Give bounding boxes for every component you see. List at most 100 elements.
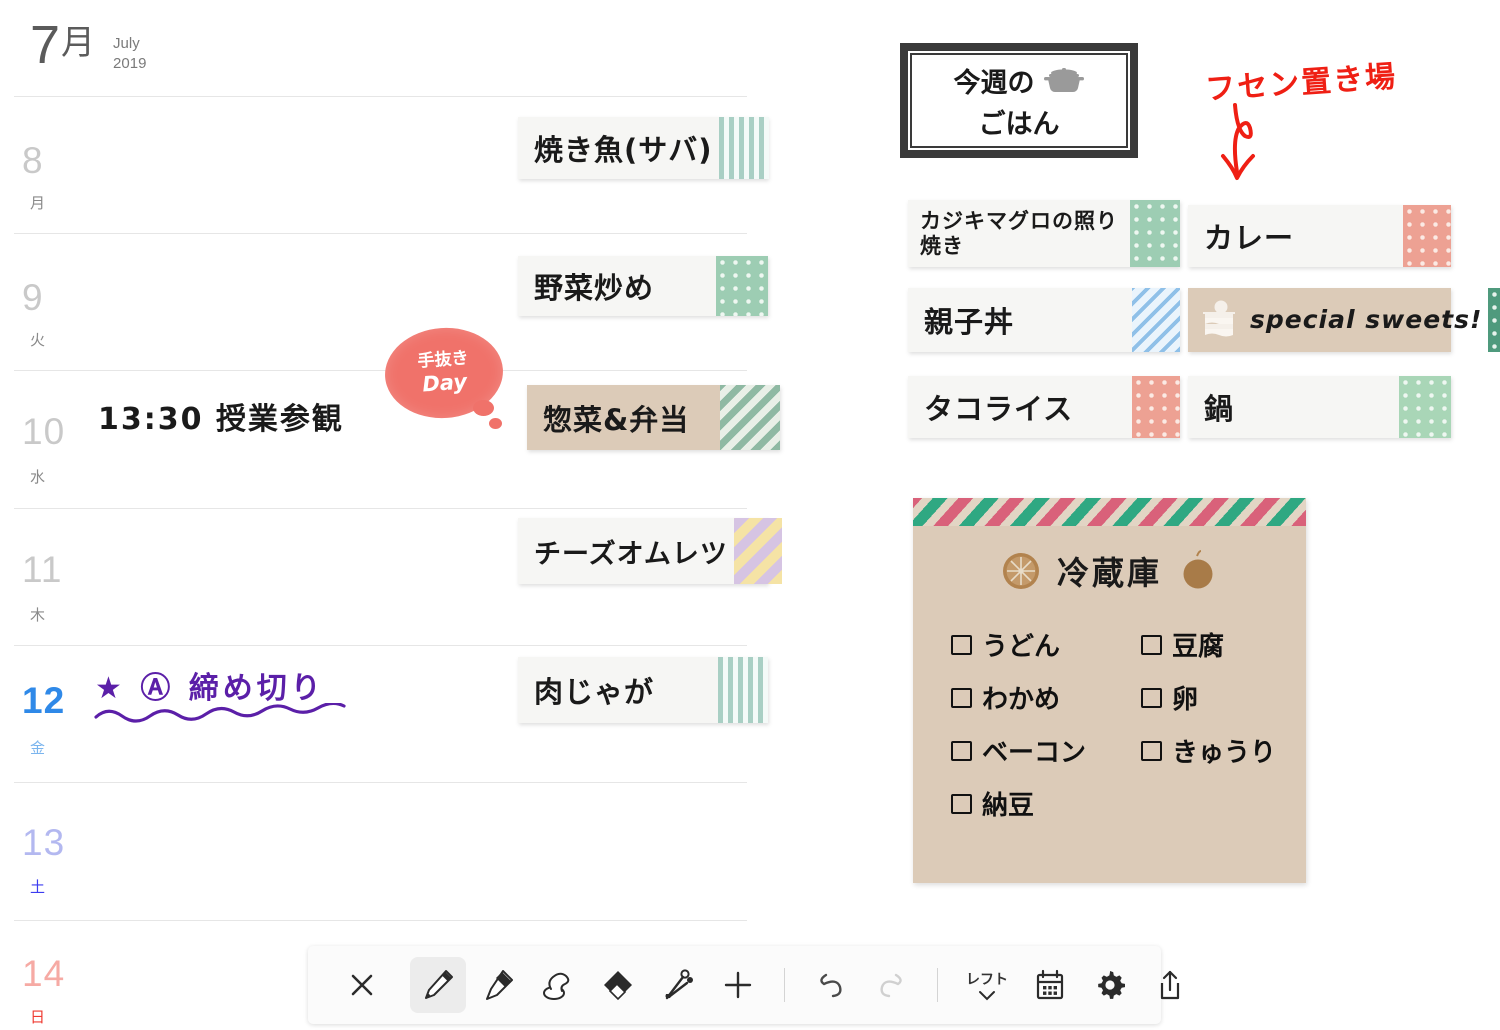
meal-note-text: 焼き魚(サバ): [534, 133, 713, 167]
washi-tape: [1130, 200, 1180, 267]
marker-tool-button[interactable]: [470, 957, 526, 1013]
fridge-memo-note[interactable]: 冷蔵庫 うどん 豆腐 わかめ 卵 ベーコン きゅうり 納豆: [913, 498, 1306, 883]
sticky-note[interactable]: 鍋: [1188, 376, 1451, 438]
redo-button[interactable]: [863, 957, 919, 1013]
stamp-line-1: 手抜き: [416, 348, 470, 372]
washi-tape: [718, 117, 769, 179]
checkbox[interactable]: [1141, 634, 1162, 655]
add-button[interactable]: [710, 957, 766, 1013]
day-number: 14: [22, 953, 66, 994]
scissors-tool-button[interactable]: [650, 957, 706, 1013]
settings-button[interactable]: [1082, 957, 1138, 1013]
day-row-12[interactable]: 12 金 ★ Ⓐ 締め切り 肉じゃが: [0, 645, 790, 782]
share-button[interactable]: [1142, 957, 1198, 1013]
day-of-week: 金: [30, 740, 46, 757]
month-english: July: [113, 35, 140, 52]
fridge-row: うどん 豆腐: [951, 626, 1291, 663]
fridge-item-label: わかめ: [982, 684, 1061, 714]
stamp-tool-button[interactable]: [530, 957, 586, 1013]
meal-note[interactable]: 焼き魚(サバ): [518, 117, 769, 179]
pencil-icon: [425, 970, 453, 999]
undo-button[interactable]: [803, 957, 859, 1013]
undo-icon: [820, 973, 842, 998]
sticky-note[interactable]: special sweets!: [1188, 288, 1500, 352]
sticky-note-text: カジキマグロの照り焼き: [920, 208, 1118, 258]
washi-tape: [1132, 288, 1180, 352]
meal-note[interactable]: 野菜炒め: [518, 256, 768, 316]
checkbox[interactable]: [1141, 740, 1162, 761]
redo-icon: [880, 973, 902, 998]
washi-tape: [720, 385, 780, 450]
pencil-tool-button[interactable]: [410, 957, 466, 1013]
fridge-check-item[interactable]: 豆腐: [1141, 626, 1224, 663]
stamp-line-2: Day: [421, 369, 468, 397]
year: 2019: [113, 55, 147, 73]
checkbox[interactable]: [951, 634, 972, 655]
meal-note[interactable]: 惣菜&弁当: [527, 385, 780, 450]
day-row-13[interactable]: 13 土: [0, 782, 790, 920]
notebook-page: 7 月 July 2019 8 月 焼き魚(サバ) 9 火 野菜炒め 10 水 …: [0, 0, 1500, 1030]
day-of-week: 日: [30, 1009, 46, 1026]
checkbox[interactable]: [951, 687, 972, 708]
scissors-icon: [665, 969, 693, 1000]
fridge-item-label: 豆腐: [1172, 631, 1225, 661]
meal-note-text: 惣菜&弁当: [543, 402, 690, 437]
sticky-note[interactable]: タコライス: [908, 376, 1180, 438]
washi-tape: [1488, 288, 1500, 352]
meal-note[interactable]: チーズオムレツ: [518, 518, 782, 584]
fridge-check-item[interactable]: うどん: [951, 626, 1141, 663]
stamp-icon: [543, 972, 570, 1000]
fridge-check-item[interactable]: 納豆: [951, 785, 1141, 822]
layout-select-button[interactable]: レフト: [956, 957, 1018, 1013]
layout-label: レフト: [966, 971, 1008, 987]
down-arrow-icon: [1221, 103, 1255, 180]
checkbox[interactable]: [951, 740, 972, 761]
fridge-item-label: 納豆: [982, 790, 1035, 820]
day-of-week: 月: [30, 195, 46, 212]
checkbox[interactable]: [951, 793, 972, 814]
sticky-note[interactable]: カジキマグロの照り焼き: [908, 200, 1180, 267]
calendar-button[interactable]: [1022, 957, 1078, 1013]
fridge-check-item[interactable]: ベーコン: [951, 732, 1141, 769]
fridge-check-item[interactable]: わかめ: [951, 679, 1141, 716]
month-english-year: July 2019: [113, 18, 146, 75]
fridge-check-item[interactable]: 卵: [1141, 679, 1198, 716]
day-of-week: 火: [30, 332, 46, 349]
pot-icon: [1043, 68, 1084, 93]
weekly-meals-title-frame: 今週の ごはん: [900, 43, 1138, 158]
eraser-icon: [604, 971, 632, 1001]
calendar-icon: [1036, 969, 1064, 1000]
marker-icon: [486, 970, 513, 1000]
checkbox[interactable]: [1141, 687, 1162, 708]
calendar-column: 7 月 July 2019 8 月 焼き魚(サバ) 9 火 野菜炒め 10 水 …: [0, 0, 790, 1030]
day-number: 9: [22, 277, 44, 318]
fridge-check-item[interactable]: きゅうり: [1141, 732, 1276, 769]
day-row-8[interactable]: 8 月 焼き魚(サバ): [0, 96, 790, 233]
day-of-week: 水: [30, 469, 46, 486]
close-button[interactable]: [334, 957, 390, 1013]
gear-icon: [1098, 971, 1125, 999]
month-kanji: 月: [61, 24, 96, 62]
day-of-week: 土: [30, 879, 46, 896]
month-number: 7: [30, 15, 60, 75]
meal-note[interactable]: 肉じゃが: [518, 657, 768, 723]
eraser-tool-button[interactable]: [590, 957, 646, 1013]
meal-note-text: 肉じゃが: [534, 675, 655, 709]
sticky-note[interactable]: カレー: [1188, 205, 1451, 267]
fridge-row: ベーコン きゅうり: [951, 732, 1291, 769]
fridge-item-label: ベーコン: [982, 737, 1087, 767]
day-row-11[interactable]: 11 木 チーズオムレツ: [0, 508, 790, 645]
airmail-stripe: [913, 498, 1306, 526]
stamp-bubble-dot: [473, 400, 494, 416]
day-number: 13: [22, 822, 66, 863]
meal-note-text: チーズオムレツ: [534, 538, 728, 570]
washi-tape: [718, 657, 768, 723]
washi-tape: [1403, 205, 1451, 267]
meal-note-text: 野菜炒め: [534, 271, 655, 305]
sticky-note-text: 親子丼: [924, 305, 1015, 339]
sticky-note[interactable]: 親子丼: [908, 288, 1180, 352]
fridge-title-row: 冷蔵庫: [913, 548, 1306, 594]
plus-icon: [724, 971, 752, 999]
day-row-10[interactable]: 10 水 13:30 授業参観 手抜き Day 惣菜&弁当: [0, 323, 790, 508]
chevron-down-icon: [979, 991, 995, 1001]
